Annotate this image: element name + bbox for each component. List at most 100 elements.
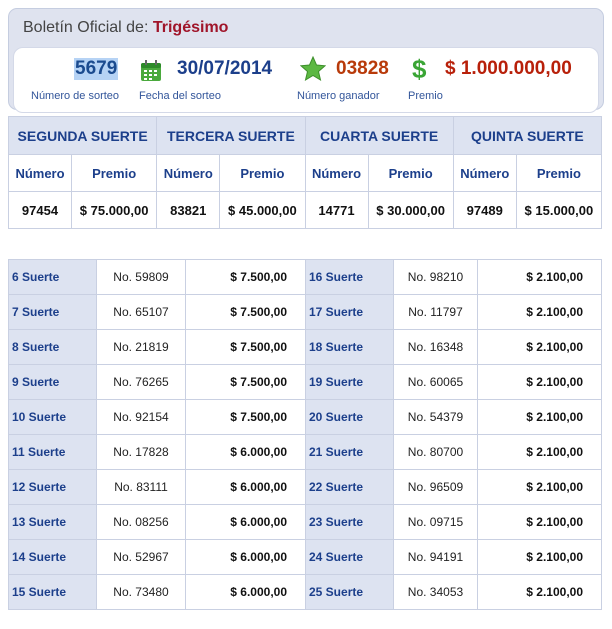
- winning-label: Número ganador: [297, 90, 380, 102]
- suerte-amount: $ 2.100,00: [477, 399, 602, 435]
- suerte-number: No. 60065: [393, 364, 478, 400]
- suerte-number: No. 73480: [96, 574, 186, 610]
- suerte-number: No. 08256: [96, 504, 186, 540]
- suerte-label: 11 Suerte: [8, 434, 97, 470]
- results-row: 8 Suerte No. 21819 $ 7.500,00 18 Suerte No. …: [8, 329, 602, 365]
- suerte-label: 23 Suerte: [305, 504, 394, 540]
- header-tercera: TERCERA SUERTE: [156, 116, 306, 155]
- suerte-amount: $ 2.100,00: [477, 574, 602, 610]
- suerte-amount: $ 2.100,00: [477, 539, 602, 575]
- col-premio: Premio: [515, 154, 603, 192]
- suerte-label: 12 Suerte: [8, 469, 97, 505]
- calendar-icon: [141, 60, 161, 81]
- suerte-number: No. 11797: [393, 294, 478, 330]
- suerte-number: No. 17828: [96, 434, 186, 470]
- suerte-label: 16 Suerte: [305, 259, 394, 295]
- title-prefix: Boletín Oficial de:: [23, 19, 149, 36]
- suerte-number: No. 94191: [393, 539, 478, 575]
- boletin-card: Boletín Oficial de: Trigésimo 5679 Númer…: [8, 8, 604, 113]
- card-title: Boletín Oficial de: Trigésimo: [23, 19, 228, 37]
- suertes-subheader-row: Número Premio Número Premio Número Premi…: [8, 154, 603, 192]
- col-numero: Número: [156, 154, 221, 192]
- suerte-label: 14 Suerte: [8, 539, 97, 575]
- suerte-label: 9 Suerte: [8, 364, 97, 400]
- suerte-number: No. 59809: [96, 259, 186, 295]
- title-highlight: Trigésimo: [152, 19, 229, 36]
- col-premio: Premio: [367, 154, 454, 192]
- star-icon: [300, 56, 326, 82]
- dollar-icon: $: [412, 54, 427, 84]
- suerte-number: No. 16348: [393, 329, 478, 365]
- quinta-premio: $ 15.000,00: [515, 191, 603, 229]
- cuarta-premio: $ 30.000,00: [367, 191, 454, 229]
- suerte-number: No. 96509: [393, 469, 478, 505]
- header-quinta: QUINTA SUERTE: [452, 116, 603, 155]
- suerte-number: No. 54379: [393, 399, 478, 435]
- segunda-numero: 97454: [8, 191, 72, 229]
- suerte-label: 22 Suerte: [305, 469, 394, 505]
- suerte-number: No. 34053: [393, 574, 478, 610]
- suerte-amount: $ 7.500,00: [185, 364, 306, 400]
- suerte-label: 13 Suerte: [8, 504, 97, 540]
- suertes-table: SEGUNDA SUERTE TERCERA SUERTE CUARTA SUE…: [7, 116, 603, 229]
- suerte-label: 25 Suerte: [305, 574, 394, 610]
- suertes-header-row: SEGUNDA SUERTE TERCERA SUERTE CUARTA SUE…: [7, 116, 603, 155]
- suerte-label: 15 Suerte: [8, 574, 97, 610]
- suerte-amount: $ 7.500,00: [185, 259, 306, 295]
- suerte-amount: $ 6.000,00: [185, 504, 306, 540]
- col-numero: Número: [8, 154, 72, 192]
- prize-label: Premio: [408, 90, 443, 102]
- date-label: Fecha del sorteo: [139, 90, 221, 102]
- suerte-amount: $ 2.100,00: [477, 434, 602, 470]
- suerte-label: 10 Suerte: [8, 399, 97, 435]
- cuarta-numero: 14771: [304, 191, 369, 229]
- col-numero: Número: [304, 154, 369, 192]
- suerte-label: 17 Suerte: [305, 294, 394, 330]
- suerte-label: 8 Suerte: [8, 329, 97, 365]
- suerte-amount: $ 7.500,00: [185, 294, 306, 330]
- suerte-label: 20 Suerte: [305, 399, 394, 435]
- results-row: 10 Suerte No. 92154 $ 7.500,00 20 Suerte No.…: [8, 399, 602, 435]
- suerte-amount: $ 2.100,00: [477, 329, 602, 365]
- suerte-label: 18 Suerte: [305, 329, 394, 365]
- suerte-label: 7 Suerte: [8, 294, 97, 330]
- col-numero: Número: [452, 154, 517, 192]
- winning-number: 03828: [336, 58, 389, 79]
- suerte-number: No. 98210: [393, 259, 478, 295]
- sorteo-number[interactable]: 5679: [74, 58, 119, 80]
- quinta-numero: 97489: [452, 191, 517, 229]
- suerte-amount: $ 6.000,00: [185, 539, 306, 575]
- tercera-numero: 83821: [156, 191, 221, 229]
- main-prize: $ 1.000.000,00: [445, 58, 572, 79]
- header-segunda: SEGUNDA SUERTE: [7, 116, 158, 155]
- suerte-amount: $ 6.000,00: [185, 469, 306, 505]
- lower-results-table: 6 Suerte No. 59809 $ 7.500,00 16 Suerte No. …: [8, 259, 602, 610]
- suerte-amount: $ 7.500,00: [185, 399, 306, 435]
- suerte-label: 19 Suerte: [305, 364, 394, 400]
- results-row: 9 Suerte No. 76265 $ 7.500,00 19 Suerte No. …: [8, 364, 602, 400]
- suerte-number: No. 83111: [96, 469, 186, 505]
- suerte-amount: $ 2.100,00: [477, 469, 602, 505]
- results-row: 12 Suerte No. 83111 $ 6.000,00 22 Suerte No.…: [8, 469, 602, 505]
- lower-results-body: 6 Suerte No. 59809 $ 7.500,00 16 Suerte No. …: [8, 259, 602, 610]
- results-row: 6 Suerte No. 59809 $ 7.500,00 16 Suerte No. …: [8, 259, 602, 295]
- suerte-amount: $ 2.100,00: [477, 364, 602, 400]
- suerte-number: No. 80700: [393, 434, 478, 470]
- sorteo-date: 30/07/2014: [177, 58, 273, 79]
- results-row: 14 Suerte No. 52967 $ 6.000,00 24 Suerte No.…: [8, 539, 602, 575]
- col-premio: Premio: [70, 154, 158, 192]
- suerte-number: No. 76265: [96, 364, 186, 400]
- summary-panel: 5679 Número de sorteo 30/07/2014 Fecha d…: [13, 47, 599, 113]
- suerte-amount: $ 2.100,00: [477, 294, 602, 330]
- results-row: 15 Suerte No. 73480 $ 6.000,00 25 Suerte No.…: [8, 574, 602, 610]
- suerte-label: 21 Suerte: [305, 434, 394, 470]
- suerte-label: 24 Suerte: [305, 539, 394, 575]
- suerte-number: No. 21819: [96, 329, 186, 365]
- suerte-amount: $ 2.100,00: [477, 259, 602, 295]
- suerte-number: No. 65107: [96, 294, 186, 330]
- suerte-amount: $ 6.000,00: [185, 434, 306, 470]
- suertes-values-row: 97454 $ 75.000,00 83821 $ 45.000,00 1477…: [8, 191, 603, 229]
- results-row: 13 Suerte No. 08256 $ 6.000,00 23 Suerte No.…: [8, 504, 602, 540]
- results-row: 11 Suerte No. 17828 $ 6.000,00 21 Suerte No.…: [8, 434, 602, 470]
- suerte-amount: $ 7.500,00: [185, 329, 306, 365]
